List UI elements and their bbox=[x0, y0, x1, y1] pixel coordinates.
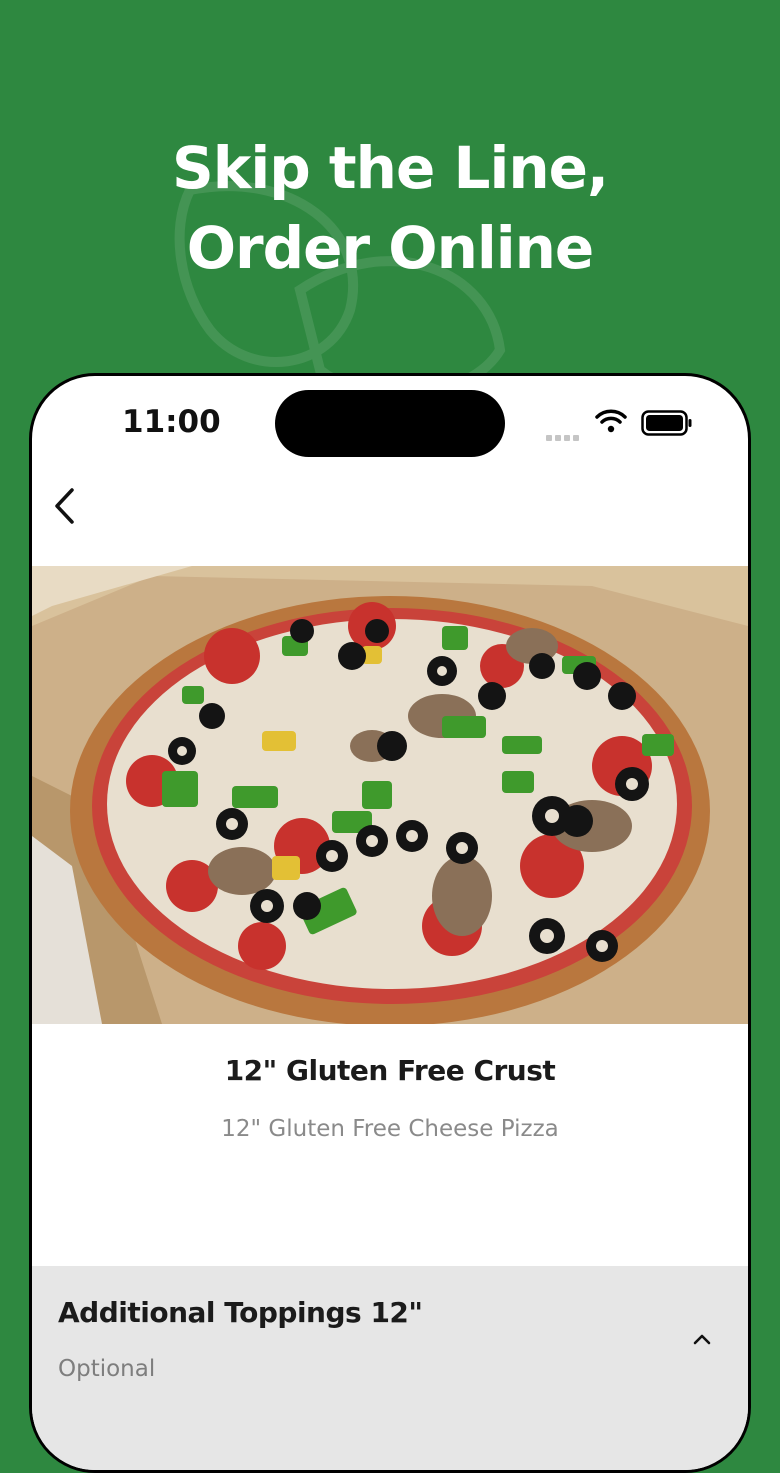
phone-frame: 11:00 12" Gluten Free Crust 12" Gluten F… bbox=[29, 373, 751, 1473]
status-time: 11:00 bbox=[122, 404, 221, 440]
promo-headline-line1: Skip the Line, bbox=[172, 134, 609, 202]
back-button[interactable] bbox=[42, 484, 86, 528]
modifier-section-header[interactable]: Additional Toppings 12" Optional bbox=[32, 1266, 748, 1470]
modifier-section-subtitle: Optional bbox=[58, 1356, 156, 1382]
promo-headline-line2: Order Online bbox=[186, 214, 595, 282]
cellular-signal-icon bbox=[546, 426, 582, 445]
product-description: 12" Gluten Free Cheese Pizza bbox=[221, 1116, 559, 1142]
battery-icon bbox=[641, 410, 692, 436]
wifi-icon bbox=[595, 409, 627, 433]
product-image bbox=[32, 566, 748, 1024]
promo-headline: Skip the Line, Order Online bbox=[0, 128, 780, 288]
product-name: 12" Gluten Free Crust bbox=[224, 1054, 556, 1087]
collapse-toggle-button[interactable] bbox=[684, 1321, 720, 1357]
chevron-up-icon bbox=[693, 1334, 711, 1345]
dynamic-island bbox=[275, 390, 505, 457]
chevron-left-icon bbox=[55, 488, 74, 524]
modifier-section-title: Additional Toppings 12" bbox=[58, 1296, 423, 1329]
